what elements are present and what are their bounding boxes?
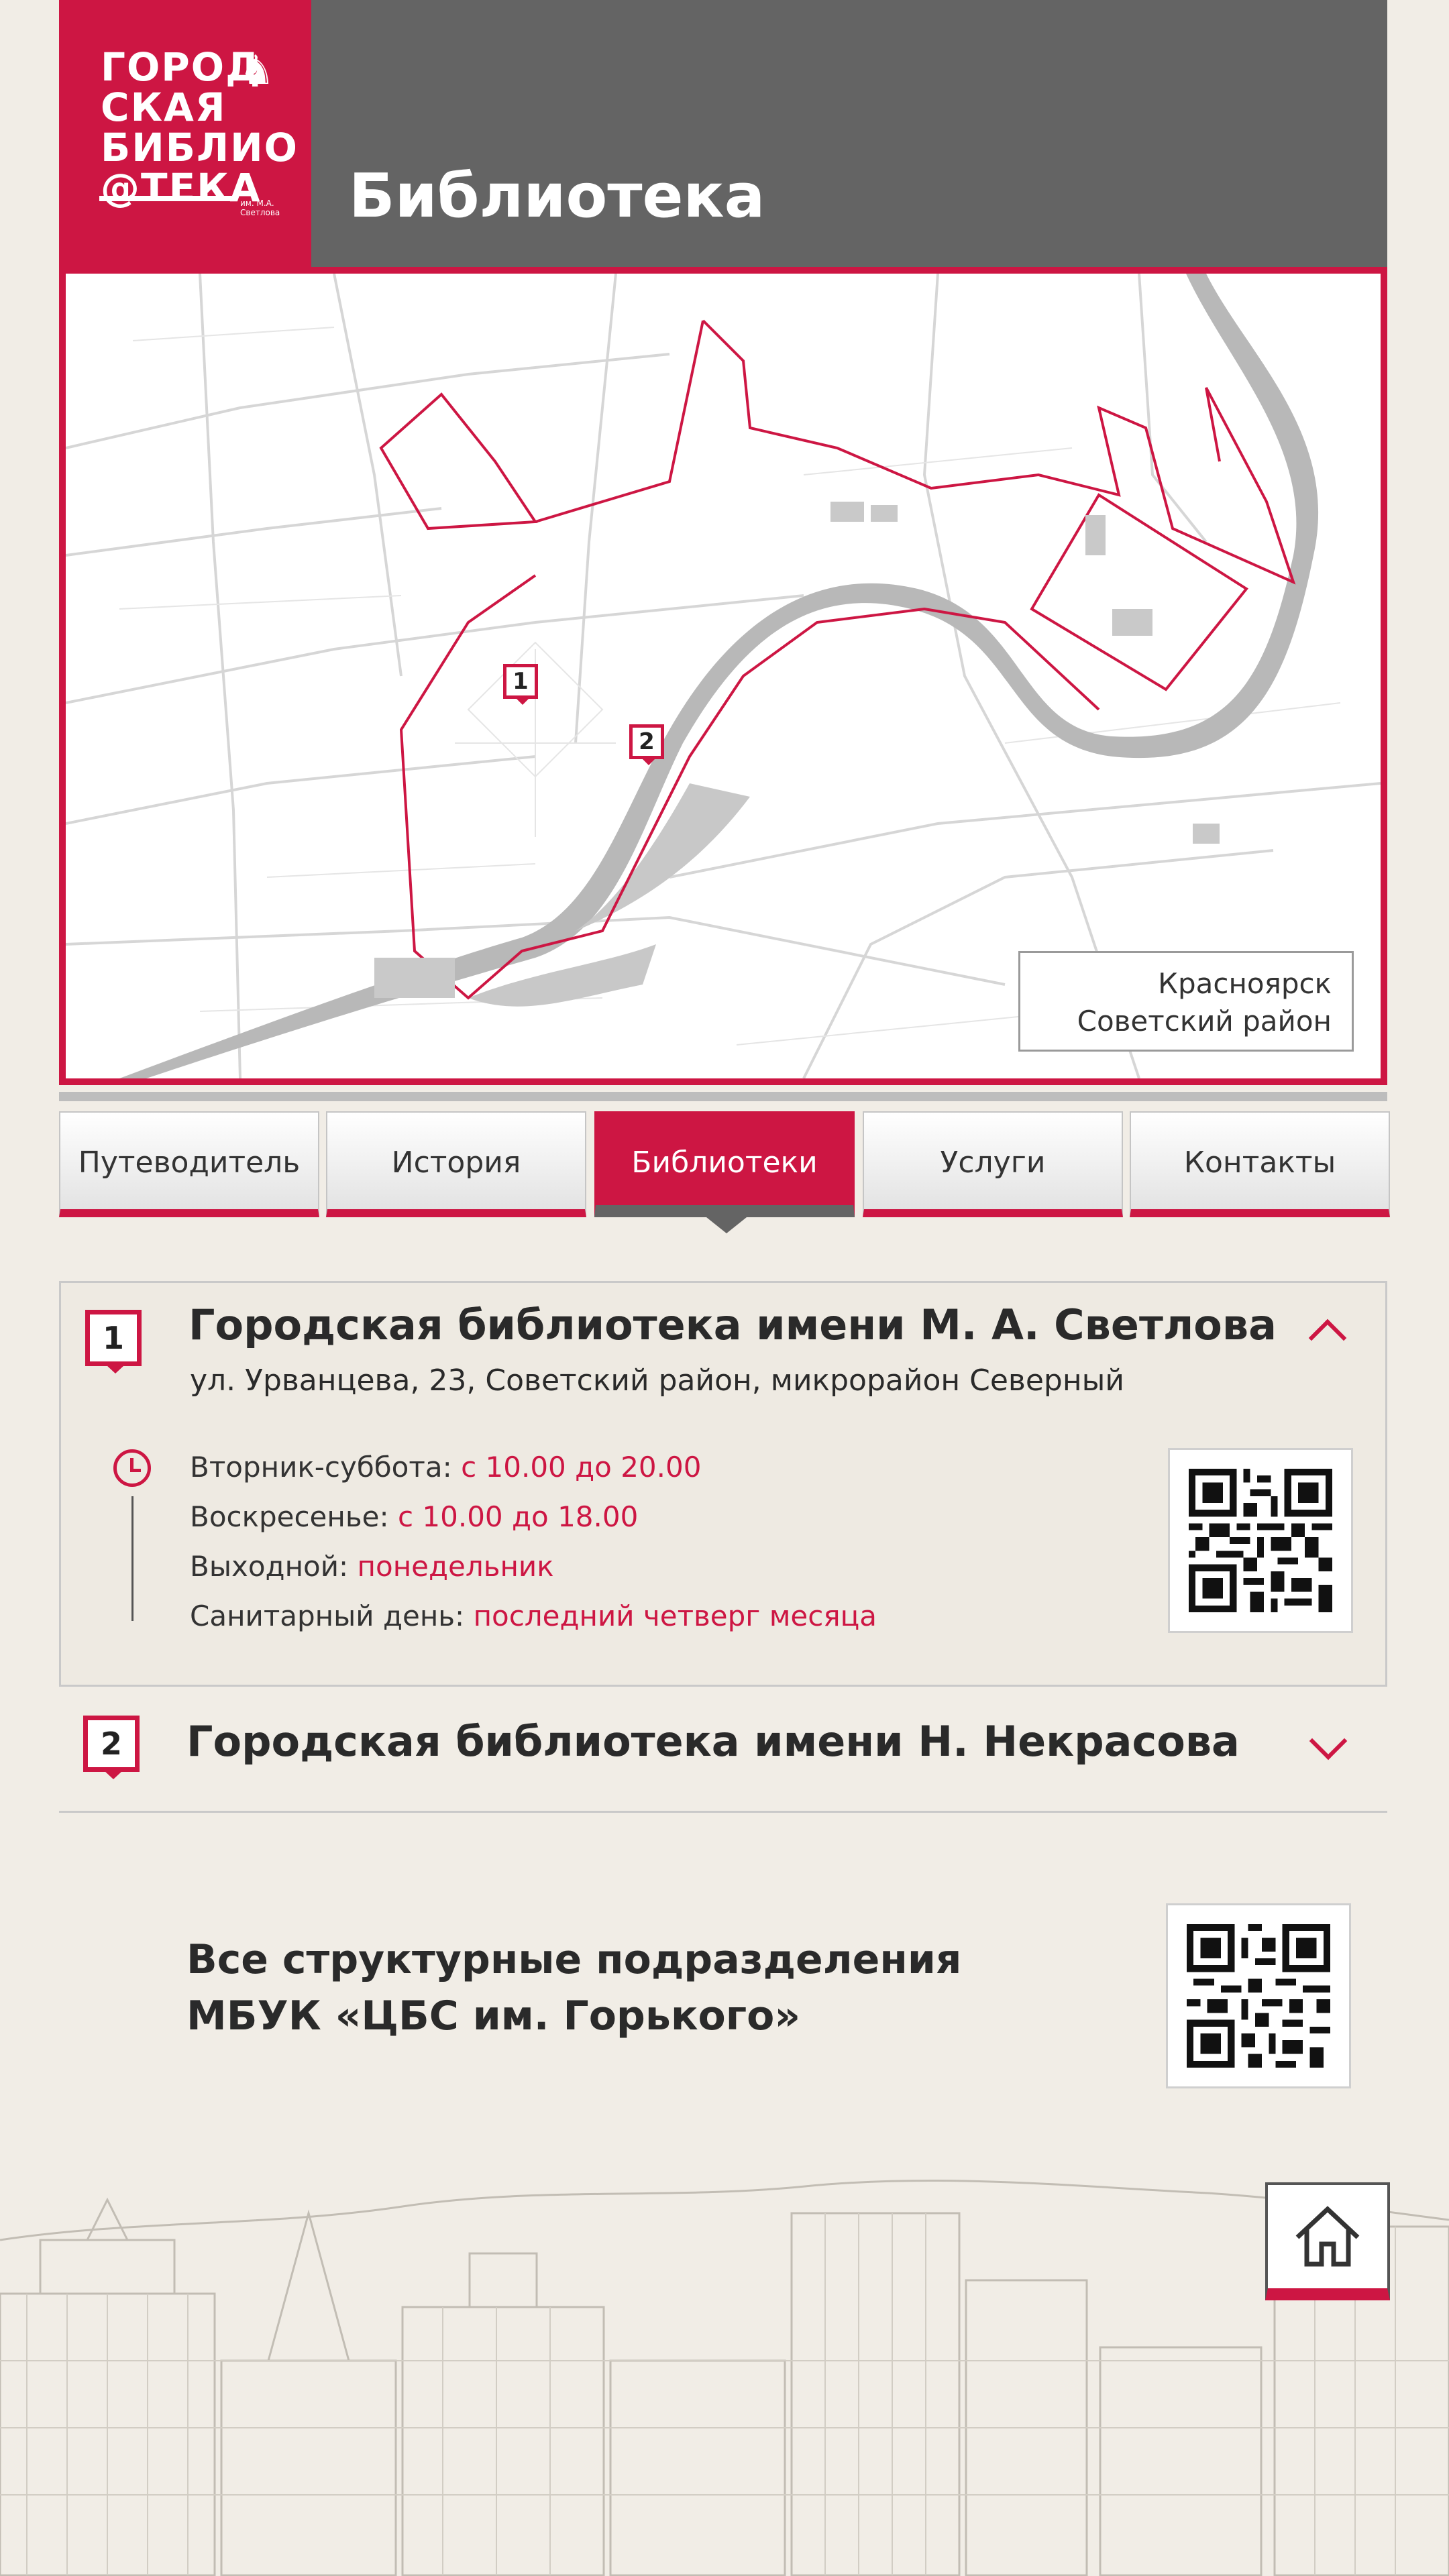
tab-libraries[interactable]: Библиотеки [594, 1111, 855, 1217]
header: ГОРОД СКАЯ БИБЛИО @ТЕКА ♞ им. М.А. Светл… [59, 0, 1387, 267]
tab-history[interactable]: История [326, 1111, 586, 1217]
map-region-label: Красноярск Советский район [1018, 951, 1354, 1052]
map-district-name: Советский район [1077, 1005, 1332, 1038]
separator-bar [59, 1092, 1387, 1101]
schedule-row: Воскресенье: с 10.00 до 18.00 [190, 1500, 639, 1533]
open-book-icon [99, 196, 233, 217]
library-number-badge: 1 [85, 1310, 142, 1374]
schedule-row: Выходной: понедельник [190, 1550, 554, 1583]
library-logo[interactable]: ГОРОД СКАЯ БИБЛИО @ТЕКА ♞ им. М.А. Светл… [59, 0, 311, 267]
tab-contacts[interactable]: Контакты [1130, 1111, 1390, 1217]
expand-chevron-icon[interactable] [1309, 1722, 1348, 1760]
district-map[interactable]: 1 2 Красноярск Советский район [59, 267, 1387, 1085]
map-pin-library-2[interactable]: 2 [629, 724, 664, 765]
home-button[interactable] [1265, 2182, 1390, 2300]
library-name-2[interactable]: Городская библиотека имени Н. Некрасова [186, 1717, 1240, 1766]
library-address: ул. Урванцева, 23, Советский район, микр… [190, 1363, 1124, 1398]
collapse-chevron-icon[interactable] [1308, 1319, 1347, 1357]
divider [59, 1811, 1387, 1813]
active-tab-pointer [706, 1217, 747, 1233]
library-card-1: 1 Городская библиотека имени М. А. Светл… [59, 1281, 1387, 1687]
map-city-name: Красноярск [1158, 967, 1332, 1000]
library-number-badge-2: 2 [83, 1716, 140, 1779]
library-name[interactable]: Городская библиотека имени М. А. Светлов… [189, 1300, 1277, 1349]
schedule-row: Вторник-суббота: с 10.00 до 20.00 [190, 1451, 702, 1483]
tab-services[interactable]: Услуги [863, 1111, 1123, 1217]
tab-guide[interactable]: Путеводитель [59, 1111, 319, 1217]
city-skyline-illustration [0, 2179, 1449, 2576]
qr-code-all-units-icon[interactable] [1166, 1903, 1351, 2088]
schedule-row: Санитарный день: последний четверг месяц… [190, 1600, 877, 1632]
logo-subtitle: им. М.А. Светлова [240, 199, 280, 217]
page-title: Библиотека [349, 161, 765, 231]
all-units-link[interactable]: Все структурные подразделения МБУК «ЦБС … [186, 1931, 961, 2044]
qr-code-icon[interactable] [1168, 1448, 1353, 1633]
schedule-divider [131, 1496, 133, 1621]
map-pin-library-1[interactable]: 1 [503, 664, 538, 705]
clock-icon [113, 1449, 151, 1487]
home-icon [1295, 2206, 1360, 2267]
lion-emblem-icon: ♞ [239, 47, 275, 94]
